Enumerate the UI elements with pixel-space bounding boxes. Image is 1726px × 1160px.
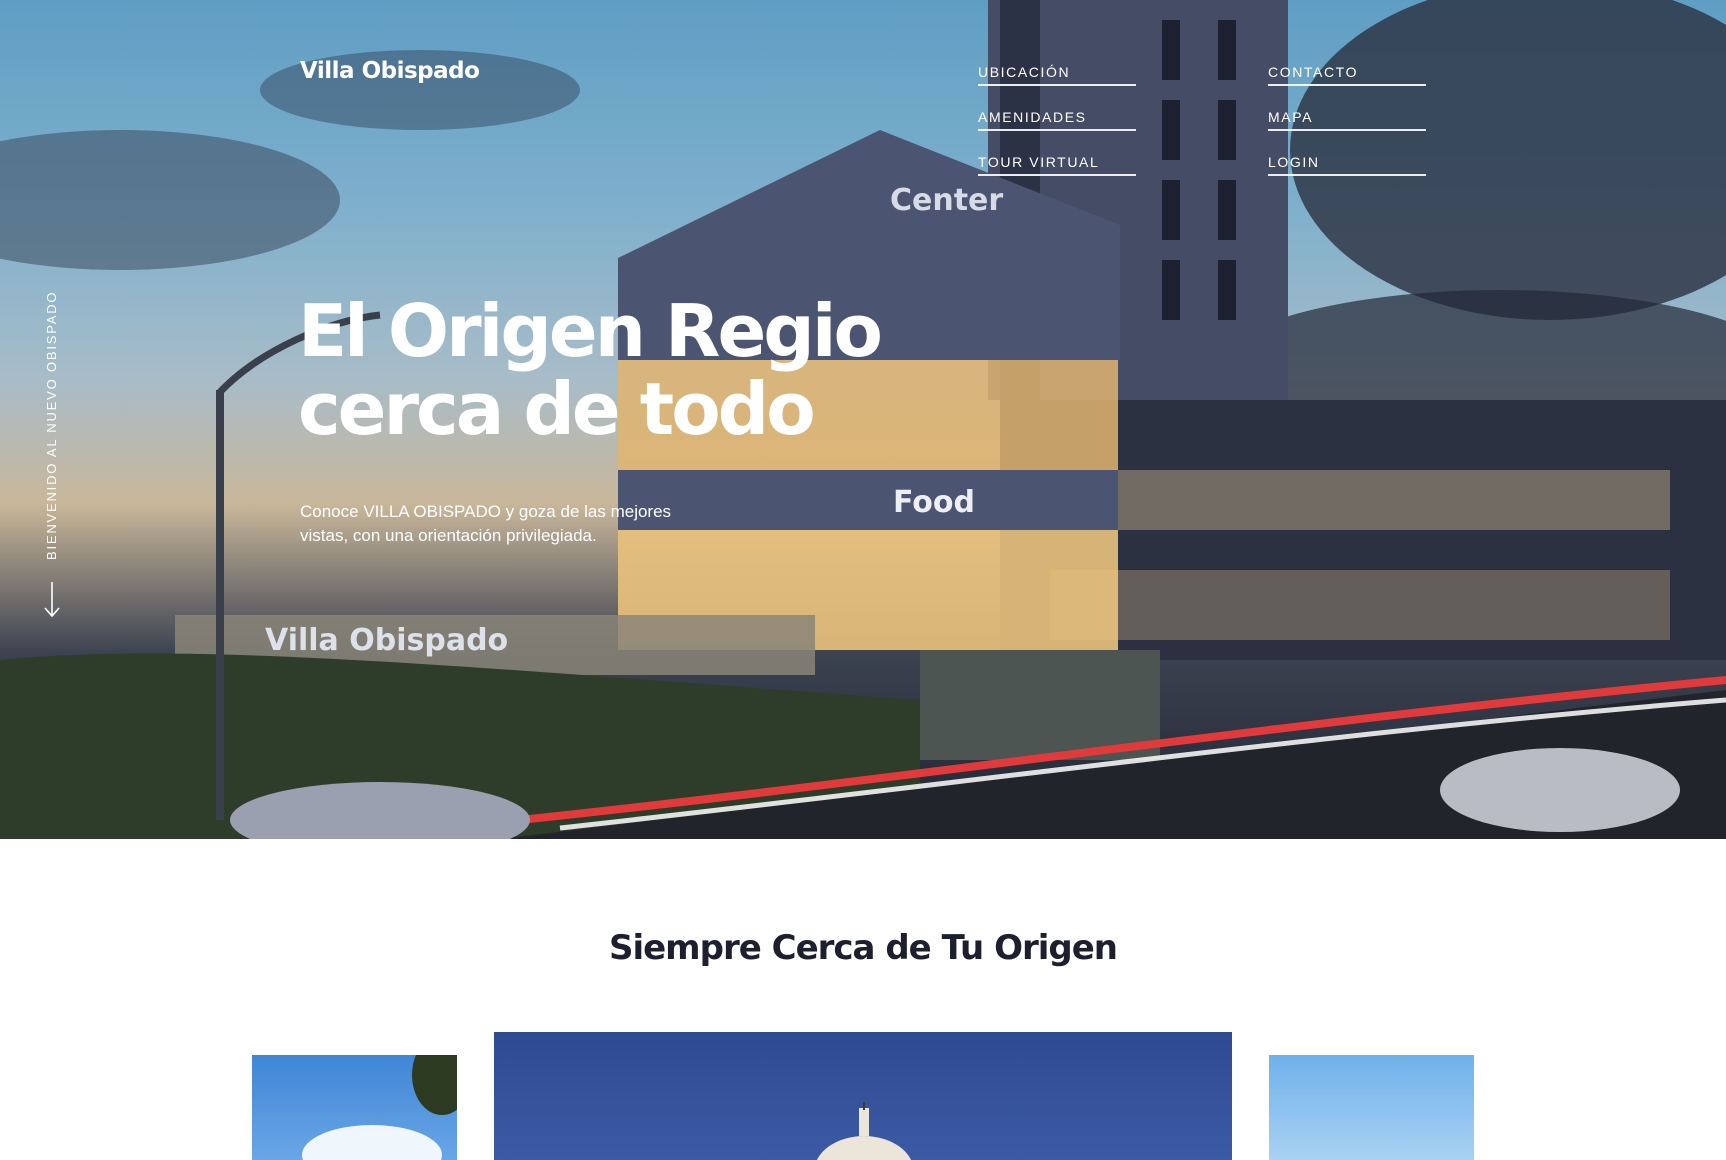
nav-column-2: CONTACTO MAPA LOGIN <box>1268 58 1426 193</box>
headline-line-2: cerca de todo <box>298 367 816 451</box>
gallery-image-left <box>302 1055 457 1160</box>
gallery-card-left[interactable] <box>252 1055 457 1160</box>
villa-obispado-wall-sign: Villa Obispado <box>265 623 508 658</box>
hero-headline: El Origen Regio cerca de todo <box>298 292 898 448</box>
nav-link-contacto[interactable]: CONTACTO <box>1268 58 1426 86</box>
gallery-card-right[interactable] <box>1269 1055 1474 1160</box>
arrow-down-icon[interactable] <box>43 582 61 618</box>
side-welcome-text: BIENVENIDO AL NUEVO OBISPADO <box>44 290 59 560</box>
gallery-image-center <box>816 1102 912 1160</box>
hero-subtext: Conoce VILLA OBISPADO y goza de las mejo… <box>300 502 672 545</box>
nav-link-tour-virtual[interactable]: TOUR VIRTUAL <box>978 148 1136 176</box>
hero-section: Center Food Villa Obispado Villa Obispad… <box>0 0 1726 839</box>
nav-link-login[interactable]: LOGIN <box>1268 148 1426 176</box>
headline-line-1: El Origen Regio <box>298 289 883 373</box>
gallery-card-center[interactable] <box>494 1032 1232 1160</box>
nav-link-ubicacion[interactable]: UBICACIÓN <box>978 58 1136 86</box>
section-title: Siempre Cerca de Tu Origen <box>608 928 1118 968</box>
food-sign: Food <box>893 485 975 520</box>
nav-column-1: UBICACIÓN AMENIDADES TOUR VIRTUAL <box>978 58 1136 193</box>
site-logo[interactable]: Villa Obispado <box>300 58 480 84</box>
nav-link-mapa[interactable]: MAPA <box>1268 103 1426 131</box>
nav-link-amenidades[interactable]: AMENIDADES <box>978 103 1136 131</box>
